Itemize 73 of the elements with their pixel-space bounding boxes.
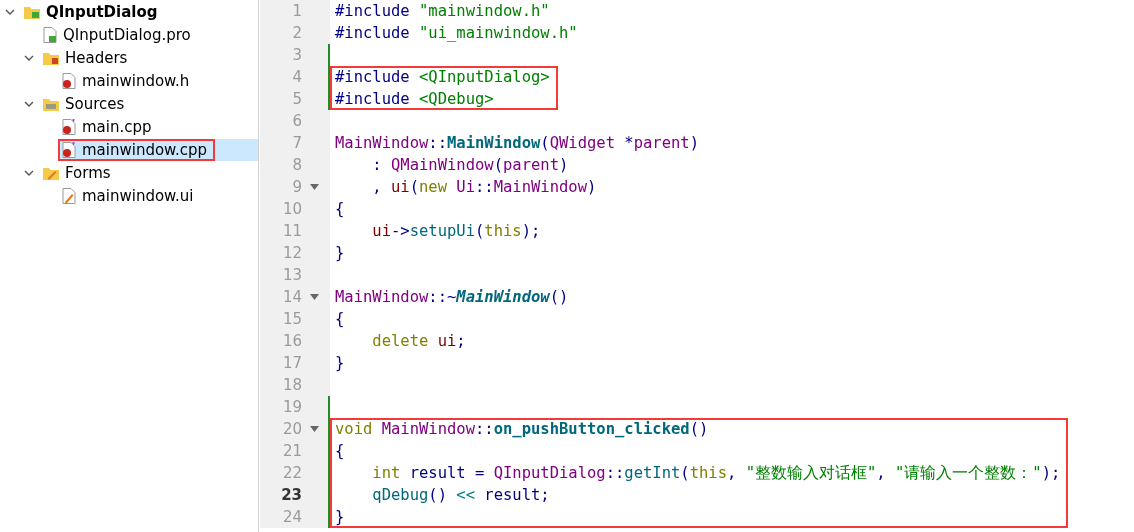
tree-item-label: main.cpp — [82, 117, 152, 136]
line-number: 8 — [291, 156, 302, 174]
project-folder-icon — [24, 4, 40, 19]
tree-item[interactable]: QInputDialog — [20, 0, 258, 23]
line-number: 23 — [280, 486, 302, 504]
code-line: { — [334, 200, 345, 218]
line-number: 13 — [281, 266, 302, 284]
code-line: #include <QDebug> — [334, 90, 494, 108]
code-line: } — [334, 508, 345, 526]
line-number: 2 — [291, 24, 302, 42]
code-line: MainWindow::MainWindow(QWidget *parent) — [334, 134, 699, 152]
tree-item[interactable]: mainwindow.ui — [58, 184, 258, 207]
line-number: 12 — [281, 244, 302, 262]
line-number: 10 — [281, 200, 302, 218]
code-line: : QMainWindow(parent) — [371, 156, 569, 174]
code-line: #include "mainwindow.h" — [334, 2, 550, 20]
code-line: #include <QInputDialog> — [334, 68, 550, 86]
tree-item[interactable]: main.cpp — [58, 115, 258, 138]
tree-item[interactable]: mainwindow.h — [58, 69, 258, 92]
file-icon — [43, 26, 57, 43]
file-icon — [62, 141, 76, 158]
code-line: MainWindow::~MainWindow() — [334, 288, 569, 306]
tree-item-label: Forms — [65, 163, 111, 182]
tree-item-label: mainwindow.ui — [82, 186, 194, 205]
file-icon — [62, 118, 76, 135]
line-number: 21 — [281, 442, 302, 460]
line-number: 11 — [281, 222, 302, 240]
code-line: int result = QInputDialog::getInt(this, "整数输入对话框", "请输入一个整数："); — [371, 462, 1061, 484]
code-line: ui->setupUi(this); — [371, 222, 541, 240]
tree-item-label: mainwindow.cpp — [82, 140, 208, 159]
tree-item[interactable]: Headers — [39, 46, 258, 69]
line-number: 17 — [281, 354, 302, 372]
code-line: delete ui; — [371, 332, 466, 350]
code-line: { — [334, 310, 345, 328]
line-number: 6 — [291, 112, 302, 130]
line-number: 22 — [281, 464, 302, 482]
code-line: { — [334, 442, 345, 460]
line-number: 18 — [281, 376, 302, 394]
line-number: 24 — [281, 508, 302, 526]
line-number: 4 — [291, 68, 302, 86]
line-number: 16 — [281, 332, 302, 350]
line-number: 14 — [281, 288, 302, 306]
fold-arrow-icon[interactable] — [310, 184, 319, 190]
fold-arrow-icon[interactable] — [310, 294, 319, 300]
line-number: 1 — [291, 2, 302, 20]
code-line: #include "ui_mainwindow.h" — [334, 24, 578, 42]
line-number: 7 — [291, 134, 302, 152]
line-number: 15 — [281, 310, 302, 328]
tree-item[interactable]: Forms — [39, 161, 258, 184]
tree-item-label: QInputDialog — [46, 2, 158, 21]
code-line: void MainWindow::on_pushButton_clicked() — [334, 420, 709, 438]
tree-item[interactable]: QInputDialog.pro — [39, 23, 258, 46]
folder-icon — [43, 165, 59, 180]
tree-item[interactable]: Sources — [39, 92, 258, 115]
tree-item-label: QInputDialog.pro — [63, 25, 191, 44]
code-line: } — [334, 354, 345, 372]
line-number: 19 — [281, 398, 302, 416]
line-number: 5 — [291, 90, 302, 108]
line-number: 9 — [291, 178, 302, 196]
code-line: , ui(new Ui::MainWindow) — [371, 178, 597, 196]
file-icon — [62, 72, 76, 89]
file-icon — [62, 187, 76, 204]
line-number: 20 — [281, 420, 302, 438]
folder-icon — [43, 96, 59, 111]
fold-arrow-icon[interactable] — [310, 426, 319, 432]
line-number: 3 — [291, 46, 302, 64]
tree-item-label: mainwindow.h — [82, 71, 190, 90]
folder-icon — [43, 50, 59, 65]
tree-item[interactable]: mainwindow.cpp — [58, 138, 258, 161]
code-line: qDebug() << result; — [371, 486, 550, 504]
code-line: } — [334, 244, 345, 262]
tree-item-label: Headers — [65, 48, 128, 67]
tree-item-label: Sources — [65, 94, 125, 113]
